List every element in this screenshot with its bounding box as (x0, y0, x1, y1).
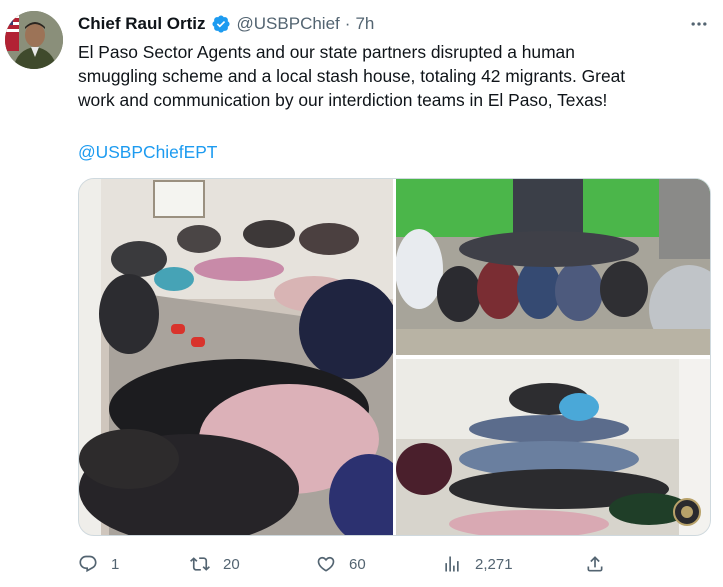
tweet-text: El Paso Sector Agents and our state part… (78, 40, 698, 112)
reply-count: 1 (111, 555, 120, 573)
profile-photo (5, 11, 63, 69)
share-icon (587, 556, 603, 572)
verified-badge-icon[interactable] (211, 14, 231, 34)
retweet-icon (190, 557, 210, 571)
views-button[interactable]: 2,271 (442, 550, 513, 578)
ellipsis-icon (691, 22, 707, 26)
tweet-header: Chief Raul Ortiz @USBPChief · 7h (78, 12, 374, 36)
tweet-action-bar: 1 20 60 2,271 (78, 550, 618, 578)
author-display-name[interactable]: Chief Raul Ortiz (78, 14, 206, 34)
views-count: 2,271 (475, 555, 513, 573)
reply-button[interactable]: 1 (78, 550, 119, 578)
tweet-timestamp[interactable]: 7h (355, 14, 374, 34)
author-handle[interactable]: @USBPChief (237, 14, 340, 34)
like-button[interactable]: 60 (316, 550, 366, 578)
tweet-text-line: smuggling scheme and a local stash house… (78, 66, 626, 86)
tweet-text-line: work and communication by our interdicti… (78, 90, 608, 110)
retweet-count: 20 (223, 555, 240, 573)
heart-icon (317, 556, 335, 572)
share-button[interactable] (585, 550, 605, 578)
separator-dot: · (344, 14, 351, 33)
more-options-button[interactable] (686, 12, 712, 36)
like-count: 60 (349, 555, 366, 573)
mention-link[interactable]: @USBPChiefEPT (78, 140, 217, 164)
tweet-text-line: El Paso Sector Agents and our state part… (78, 42, 575, 62)
border-patrol-patch-icon (673, 498, 701, 526)
media-photo-1[interactable] (79, 179, 409, 536)
media-grid (78, 178, 711, 536)
retweet-button[interactable]: 20 (190, 550, 240, 578)
author-avatar[interactable] (5, 11, 63, 69)
reply-icon (79, 555, 97, 573)
bar-chart-icon (445, 556, 459, 572)
media-photo-3[interactable] (396, 359, 711, 536)
media-photo-2[interactable] (395, 179, 711, 355)
